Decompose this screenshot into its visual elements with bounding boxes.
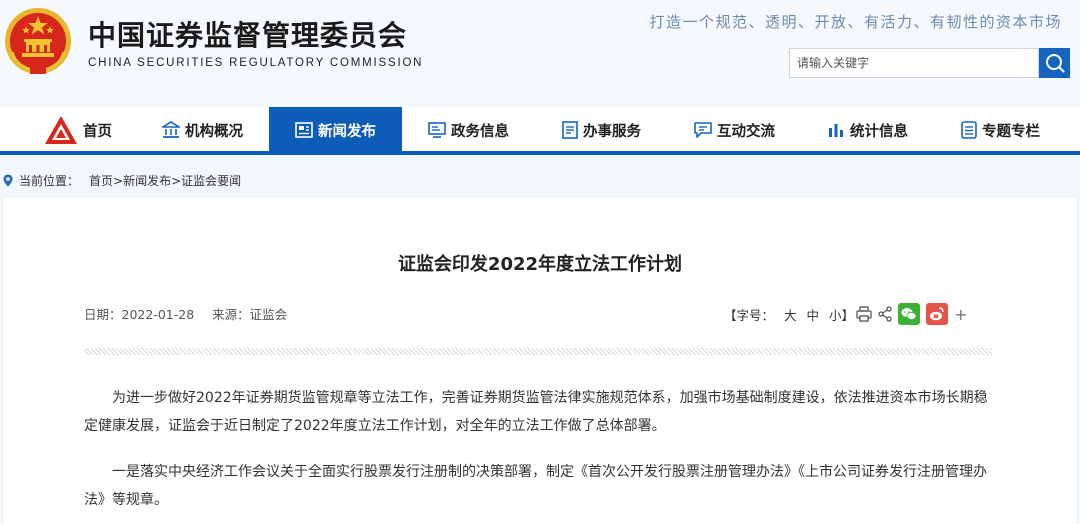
building-icon (162, 121, 180, 138)
nav-item-statistics[interactable]: 统计信息 (801, 107, 934, 153)
nav-item-home[interactable]: 首页 (20, 107, 136, 153)
divider (84, 348, 992, 355)
print-icon[interactable] (856, 306, 872, 322)
article-paragraph: 为进一步做好2022年证券期货监管规章等立法工作，完善证券期货监管法律实施规范体… (84, 390, 988, 434)
font-size-medium[interactable]: 中 (807, 305, 820, 324)
nav-item-special-topics[interactable]: 专题专栏 (934, 107, 1067, 153)
nav-label: 统计信息 (850, 123, 908, 140)
monitor-icon (428, 122, 446, 138)
news-icon (295, 122, 313, 138)
site-title: 中国证券监督管理委员会 (88, 19, 408, 52)
breadcrumb: 当前位置： 首页>新闻发布>证监会要闻 (0, 170, 241, 190)
article-source: 来源：证监会 (212, 307, 288, 322)
document-icon (562, 121, 578, 139)
wechat-share-icon[interactable] (898, 303, 921, 325)
nav-label: 首页 (83, 123, 112, 140)
nav-label: 专题专栏 (982, 123, 1040, 140)
nav-label: 互动交流 (717, 123, 775, 140)
chat-icon (694, 122, 712, 138)
nav-item-about[interactable]: 机构概况 (136, 107, 269, 153)
national-emblem-icon (5, 8, 71, 74)
search-button[interactable] (1039, 48, 1070, 78)
nav-underline (0, 151, 1080, 155)
font-size-small[interactable]: 小】 (829, 305, 854, 324)
nav-item-interaction[interactable]: 互动交流 (668, 107, 801, 153)
article-date: 日期：2022-01-28 (84, 307, 195, 322)
share-icon[interactable] (878, 306, 892, 322)
nav-item-services[interactable]: 办事服务 (535, 107, 668, 153)
article-tools: 【字号： 大 中 小】 + (724, 302, 973, 326)
article-paragraph: 一是落实中央经济工作会议关于全面实行股票发行注册制的决策部署，制定《首次公开发行… (84, 464, 987, 508)
list-icon (961, 121, 977, 139)
article-meta: 日期：2022-01-28 来源：证监会 (84, 304, 301, 323)
breadcrumb-path[interactable]: 首页>新闻发布>证监会要闻 (89, 172, 241, 189)
breadcrumb-prefix: 当前位置： (19, 173, 80, 188)
site-header: 中国证券监督管理委员会 CHINA SECURITIES REGULATORY … (0, 0, 1080, 107)
nav-label: 政务信息 (451, 123, 509, 140)
article-title: 证监会印发2022年度立法工作计划 (397, 254, 683, 275)
nav-label: 机构概况 (185, 123, 243, 140)
nav-label: 新闻发布 (318, 123, 376, 140)
font-size-label: 【字号： (724, 307, 775, 323)
more-share-button[interactable]: + (954, 305, 967, 324)
site-subtitle: CHINA SECURITIES REGULATORY COMMISSION (88, 57, 424, 69)
nav-item-news[interactable]: 新闻发布 (269, 107, 402, 153)
nav-item-government-info[interactable]: 政务信息 (402, 107, 535, 153)
weibo-share-icon[interactable] (926, 303, 949, 325)
search-icon (1045, 54, 1065, 73)
search-box (789, 48, 1039, 78)
bar-chart-icon (829, 124, 843, 137)
nav-label: 办事服务 (583, 123, 641, 140)
site-slogan: 打造一个规范、透明、开放、有活力、有韧性的资本市场 (649, 13, 1062, 31)
main-nav: 首页 机构概况 新闻发布 政务信息 办事服务 互动交流 统计信息 专题专栏 (0, 107, 1080, 153)
location-pin-icon (3, 174, 13, 186)
search-input[interactable] (790, 49, 1038, 77)
csrc-logo-icon (45, 116, 77, 144)
font-size-large[interactable]: 大 (784, 305, 797, 324)
article-panel: 证监会印发2022年度立法工作计划 日期：2022-01-28 来源：证监会 【… (4, 198, 1076, 524)
